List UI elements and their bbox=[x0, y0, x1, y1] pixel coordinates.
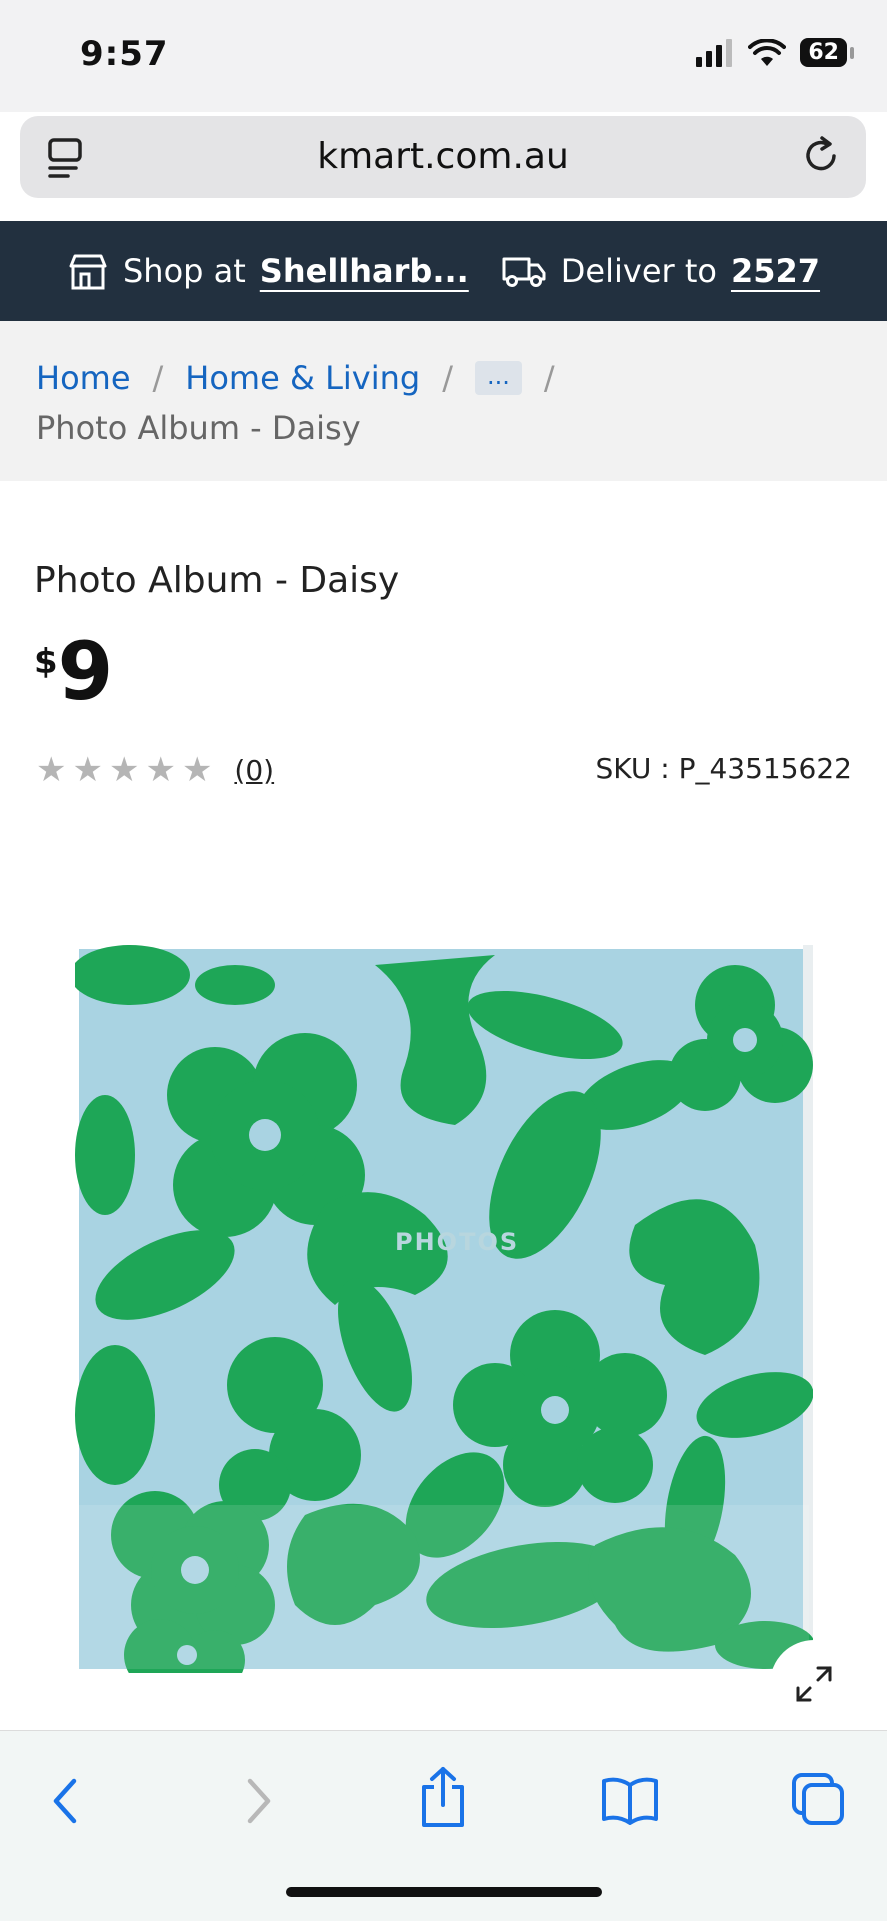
store-delivery-bar: Shop at Shellharb... Deliver to 2527 bbox=[0, 221, 887, 321]
breadcrumb-separator: / bbox=[543, 359, 555, 397]
home-indicator[interactable] bbox=[286, 1887, 602, 1897]
store-name[interactable]: Shellharb... bbox=[260, 252, 469, 290]
expand-image-button[interactable] bbox=[770, 1640, 858, 1728]
product-price: $9 bbox=[34, 632, 113, 712]
breadcrumb-home[interactable]: Home bbox=[36, 359, 131, 397]
product-title: Photo Album - Daisy bbox=[34, 560, 400, 601]
breadcrumb-separator: / bbox=[442, 359, 453, 397]
rating-star-icon: ★ bbox=[72, 750, 103, 790]
postcode[interactable]: 2527 bbox=[731, 252, 820, 290]
expand-icon bbox=[796, 1666, 832, 1702]
product-image[interactable] bbox=[75, 945, 813, 1673]
status-icons: 62 bbox=[694, 38, 854, 67]
url-text[interactable]: kmart.com.au bbox=[20, 136, 866, 177]
shop-at-store[interactable]: Shop at Shellharb... bbox=[67, 252, 469, 290]
wifi-icon bbox=[748, 38, 787, 66]
rating-star-icon: ★ bbox=[145, 750, 176, 790]
address-bar[interactable]: kmart.com.au bbox=[20, 116, 866, 198]
rating-star-icon: ★ bbox=[181, 750, 213, 790]
signal-icon bbox=[696, 38, 733, 67]
rating-star-icon: ★ bbox=[36, 750, 67, 790]
rating-star-icon: ★ bbox=[108, 750, 140, 790]
breadcrumb-separator: / bbox=[152, 359, 164, 397]
breadcrumb: Home / Home & Living / ... / Photo Album… bbox=[0, 321, 887, 481]
share-icon[interactable] bbox=[418, 1765, 468, 1829]
price-amount: 9 bbox=[57, 625, 114, 718]
album-cover-text: PHOTOS bbox=[395, 1228, 520, 1256]
rating[interactable]: ★ ★ ★ ★ ★ (0) bbox=[36, 750, 274, 790]
status-bar: 9:57 62 bbox=[0, 0, 887, 112]
breadcrumb-row: Home / Home & Living / ... / bbox=[36, 359, 555, 397]
bookmarks-icon[interactable] bbox=[600, 1775, 660, 1825]
forward-chevron-icon[interactable] bbox=[238, 1773, 278, 1829]
back-chevron-icon[interactable] bbox=[46, 1773, 86, 1829]
deliver-to[interactable]: Deliver to 2527 bbox=[501, 252, 820, 290]
shop-prefix: Shop at bbox=[122, 252, 246, 290]
deliver-prefix: Deliver to bbox=[560, 252, 717, 290]
tabs-icon[interactable] bbox=[790, 1771, 846, 1827]
battery-indicator: 62 bbox=[800, 38, 854, 67]
reload-icon[interactable] bbox=[800, 134, 844, 178]
delivery-truck-icon bbox=[502, 257, 546, 287]
store-icon bbox=[69, 254, 107, 290]
breadcrumb-more-button[interactable]: ... bbox=[475, 361, 522, 395]
breadcrumb-current: Photo Album - Daisy bbox=[36, 409, 361, 447]
review-count-link[interactable]: (0) bbox=[234, 754, 274, 787]
price-currency: $ bbox=[34, 642, 58, 682]
breadcrumb-home-living[interactable]: Home & Living bbox=[185, 359, 420, 397]
product-sku: SKU : P_43515622 bbox=[595, 752, 852, 785]
status-time: 9:57 bbox=[80, 34, 169, 74]
